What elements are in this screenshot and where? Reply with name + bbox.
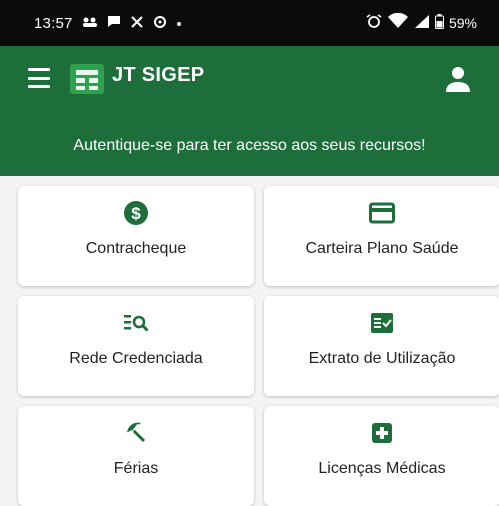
card-ferias[interactable]: Férias [18, 406, 254, 506]
app-logo [70, 64, 104, 94]
menu-icon [28, 68, 50, 71]
menu-button[interactable] [28, 68, 50, 88]
card-contracheque[interactable]: $ Contracheque [18, 186, 254, 286]
auth-message: Autentique-se para ter acesso aos seus r… [73, 137, 426, 154]
battery-icon [434, 13, 444, 33]
card-carteira-plano-saude[interactable]: Carteira Plano Saúde [264, 186, 499, 286]
status-time: 13:57 [34, 14, 73, 32]
status-bar: 13:57 59% [0, 0, 499, 46]
card-label: Rede Credenciada [69, 350, 203, 367]
card-label: Férias [113, 460, 159, 477]
auth-banner: Autentique-se para ter acesso aos seus r… [0, 116, 499, 176]
app-title: JT SIGEP [112, 64, 205, 86]
statement-icon [369, 310, 395, 336]
battery-percent: 59% [448, 15, 477, 31]
card-rede-credenciada[interactable]: Rede Credenciada [18, 296, 254, 396]
tools-icon [130, 15, 144, 32]
dollar-circle-icon: $ [123, 200, 149, 226]
menu-icon-line [28, 76, 50, 80]
signal-icon [414, 14, 430, 33]
menu-icon-line [28, 85, 50, 88]
message-icon [107, 15, 121, 31]
svg-text:$: $ [131, 204, 141, 223]
beach-umbrella-icon [123, 420, 149, 446]
list-search-icon [123, 310, 149, 336]
card-extrato-utilizacao[interactable]: Extrato de Utilização [264, 296, 499, 396]
card-label: Contracheque [85, 240, 187, 257]
medical-cross-icon [369, 420, 395, 446]
user-icon [446, 67, 470, 92]
card-label: Extrato de Utilização [308, 350, 456, 367]
notification-icon [82, 16, 98, 31]
alarm-icon [366, 14, 382, 32]
card-licencas-medicas[interactable]: Licenças Médicas [264, 406, 499, 506]
sync-icon [153, 15, 167, 32]
wifi-icon [387, 12, 409, 33]
card-icon [369, 200, 395, 226]
card-label: Licenças Médicas [318, 460, 446, 477]
app-bar: JT SIGEP [0, 46, 499, 116]
account-button[interactable] [445, 66, 471, 92]
card-label: Carteira Plano Saúde [305, 240, 459, 257]
dot-icon [176, 16, 182, 30]
